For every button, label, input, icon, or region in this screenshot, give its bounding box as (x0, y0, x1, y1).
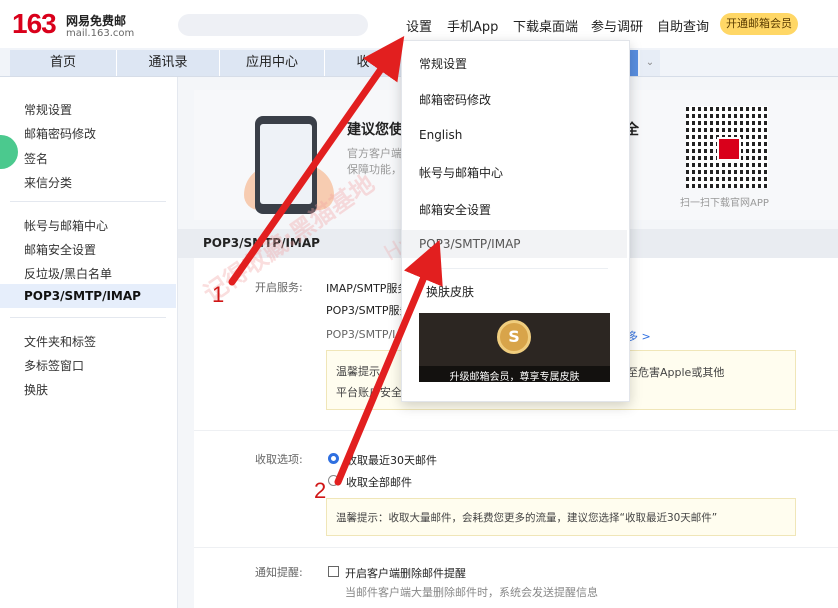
sidebar-item-security[interactable]: 邮箱安全设置 (24, 241, 96, 258)
sidebar-item-signature[interactable]: 签名 (24, 150, 48, 167)
service-tip-start: 温馨提示： (336, 365, 391, 378)
vip-button[interactable]: 开通邮箱会员 (720, 13, 798, 35)
sidebar-item-password[interactable]: 邮箱密码修改 (24, 125, 96, 142)
survey-link[interactable]: 参与调研 (591, 16, 643, 35)
promo-line-1: 官方客户端 (347, 147, 402, 160)
pop3-service-status: POP3/SMTP服务 (326, 304, 411, 317)
service-tip-line2: 平台账户安全 (336, 386, 402, 399)
logo-163[interactable]: 163 (12, 8, 57, 40)
more-link[interactable]: 多 > (627, 328, 651, 344)
delete-reminder-desc: 当邮件客户端大量删除邮件时，系统会发送提醒信息 (345, 586, 598, 599)
phone-screen (260, 124, 312, 204)
promo-title: 建议您使 (347, 122, 403, 138)
menu-item-pop3[interactable]: POP3/SMTP/IMAP (419, 237, 521, 251)
row-divider (194, 430, 838, 431)
settings-link[interactable]: 设置 (406, 16, 432, 35)
step-number-1: 1 (212, 282, 225, 307)
sidebar-item-folders[interactable]: 文件夹和标签 (24, 333, 96, 350)
self-service-link[interactable]: 自助查询 (657, 16, 709, 35)
desktop-download-link[interactable]: 下载桌面端 (513, 16, 578, 35)
menu-item-security[interactable]: 邮箱安全设置 (419, 201, 491, 218)
logo-name: 网易免费邮 (66, 14, 127, 28)
receive-label: 收取选项: (255, 453, 303, 466)
sidebar-item-skin[interactable]: 换肤 (24, 381, 48, 398)
account-info[interactable] (178, 14, 368, 36)
logo-domain: mail.163.com (66, 28, 135, 39)
menu-item-english[interactable]: English (419, 128, 462, 142)
menu-item-general[interactable]: 常规设置 (419, 55, 467, 72)
sidebar-item-pop3[interactable]: POP3/SMTP/IMAP (0, 284, 176, 308)
delete-reminder-label[interactable]: 开启客户端删除邮件提醒 (345, 565, 466, 581)
tab-inbox[interactable]: 收 (325, 50, 402, 76)
tab-contacts[interactable]: 通讯录 (117, 50, 220, 76)
receive-tip-text: 温馨提示：收取大量邮件，会耗费您更多的流量，建议您选择“收取最近30天邮件” (336, 512, 718, 524)
recent-30-days-radio[interactable] (328, 453, 339, 464)
menu-item-password[interactable]: 邮箱密码修改 (419, 91, 491, 108)
menu-item-account-center[interactable]: 帐号与邮箱中心 (419, 164, 503, 181)
step-number-2: 2 (314, 478, 327, 503)
sidebar-item-filters[interactable]: 来信分类 (24, 174, 72, 191)
pop3-client-row: POP3/SMTP/I (326, 328, 396, 341)
qr-caption: 扫一扫下载官网APP (680, 198, 769, 209)
all-mail-radio[interactable] (328, 475, 339, 486)
sidebar-divider (10, 317, 166, 318)
menu-divider (412, 268, 608, 269)
sidebar-item-multitab[interactable]: 多标签窗口 (24, 357, 84, 374)
tab-apps[interactable]: 应用中心 (220, 50, 325, 76)
vip-coin-icon: S (497, 320, 531, 354)
chevron-down-icon[interactable]: ⌄ (640, 50, 660, 76)
banner-caption: 升级邮箱会员，尊享专属皮肤 (449, 372, 580, 383)
delete-reminder-checkbox[interactable] (328, 566, 339, 577)
menu-item-skin[interactable]: 换肤皮肤 (426, 283, 474, 300)
mobile-app-link[interactable]: 手机App (447, 16, 498, 35)
recent-30-days-label[interactable]: 收取最近30天邮件 (346, 452, 437, 468)
sidebar-item-account-center[interactable]: 帐号与邮箱中心 (24, 217, 108, 234)
service-tip-end: 至危害Apple或其他 (627, 366, 725, 379)
all-mail-label[interactable]: 收取全部邮件 (346, 474, 412, 490)
app-logo-icon (717, 137, 741, 161)
sidebar-item-spam[interactable]: 反垃圾/黑白名单 (24, 265, 112, 282)
row-divider (194, 547, 838, 548)
tab-home[interactable]: 首页 (10, 50, 117, 76)
sidebar-item-general[interactable]: 常规设置 (24, 101, 72, 118)
notify-label: 通知提醒: (255, 566, 303, 579)
sidebar-divider (10, 201, 166, 202)
service-label: 开启服务: (255, 281, 303, 294)
imap-service-status: IMAP/SMTP服务 (326, 282, 409, 295)
